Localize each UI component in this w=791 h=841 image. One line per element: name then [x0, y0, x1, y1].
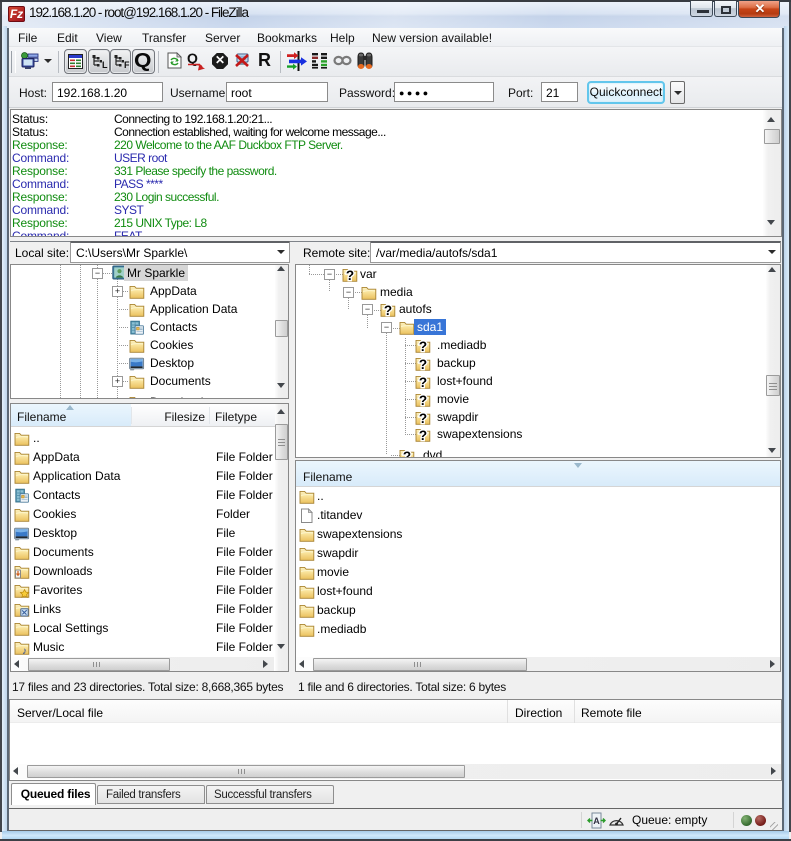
svg-text:L: L: [102, 60, 108, 70]
svg-text:A: A: [593, 816, 600, 826]
svg-text:F: F: [124, 60, 130, 70]
